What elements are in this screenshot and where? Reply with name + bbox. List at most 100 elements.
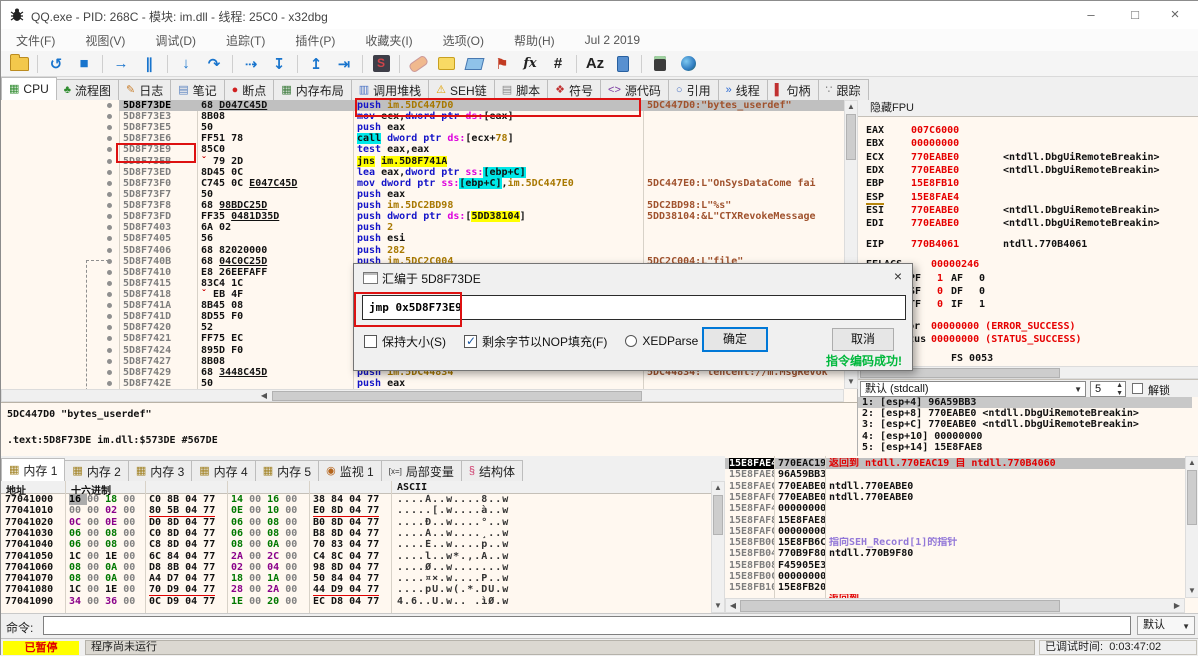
- keep-size-checkbox[interactable]: [364, 334, 377, 348]
- menu-item-6[interactable]: 收藏夹(I): [350, 32, 427, 49]
- maximize-button[interactable]: □: [1115, 1, 1155, 29]
- register-row-ecx[interactable]: ECX 770EABE0 <ntdll.DbgUiRemoteBreakin>: [866, 152, 1160, 163]
- tab-源代码[interactable]: <> 源代码: [600, 79, 669, 100]
- register-row-ebx[interactable]: EBX 00000000: [866, 138, 959, 149]
- open-file-icon[interactable]: [8, 53, 30, 74]
- stack-row[interactable]: 15E8FAE4 770EAC19 返回到 ntdll.770EAC19 自 ntd…: [725, 458, 1185, 470]
- stack-panel[interactable]: 15E8FAE4 770EAC19 返回到 ntdll.770EAC19 自 ntd…: [725, 456, 1198, 613]
- stack-row[interactable]: 15E8FAF4 00000000: [725, 503, 1185, 514]
- tab-日志[interactable]: ✎ 日志: [117, 79, 172, 100]
- stack-row[interactable]: 15E8FB0C 00000000: [725, 571, 1185, 582]
- step-into-icon[interactable]: ↓: [175, 54, 197, 74]
- stack-row[interactable]: 15E8FB00 15E8FB6C 指向SEH_Record[1]的指针: [725, 537, 1185, 548]
- tab-跟踪[interactable]: ∵ 跟踪: [817, 79, 869, 100]
- tab-SEH链[interactable]: ⚠ SEH链: [428, 79, 495, 100]
- run-to-user-code-icon[interactable]: ⇢: [240, 54, 262, 74]
- hex-row[interactable]: 77041040 06 00 08 00 C8 8D 04 77 08 00 0A 0…: [1, 539, 711, 551]
- dump-tab-局部变量[interactable]: [x=] 局部变量: [380, 460, 462, 481]
- scroll-thumb[interactable]: [740, 600, 1060, 612]
- register-row-edx[interactable]: EDX 770EABE0 <ntdll.DbgUiRemoteBreakin>: [866, 165, 1160, 176]
- menu-item-7[interactable]: 选项(O): [428, 32, 499, 49]
- scroll-thumb[interactable]: [1187, 470, 1197, 525]
- hex-dump-vscrollbar[interactable]: ▲ ▼: [711, 481, 725, 613]
- hex-row[interactable]: 77041000 16 00 18 00 C0 8B 04 77 14 00 16 0…: [1, 494, 711, 506]
- tab-线程[interactable]: » 线程: [717, 79, 768, 100]
- stack-row[interactable]: 返回到: [725, 594, 1185, 598]
- scroll-up-arrow[interactable]: ▲: [1186, 457, 1198, 469]
- scroll-up-arrow[interactable]: ▲: [712, 482, 724, 494]
- dump-tab-内存 2[interactable]: ▦ 内存 2: [64, 460, 129, 481]
- register-row-edi[interactable]: EDI 770EABE0 <ntdll.DbgUiRemoteBreakin>: [866, 218, 1160, 229]
- stack-vscrollbar[interactable]: ▲ ▼: [1185, 456, 1198, 598]
- hex-row[interactable]: 77041010 00 00 02 00 80 5B 04 77 0E 00 10 0…: [1, 505, 711, 517]
- command-profile-select[interactable]: 默认 ▼: [1137, 616, 1195, 635]
- ok-button[interactable]: 确定: [702, 327, 768, 352]
- unlock-checkbox[interactable]: [1132, 383, 1143, 394]
- comment-icon[interactable]: [435, 54, 457, 74]
- step-over-icon[interactable]: ↷: [203, 54, 225, 74]
- hex-row[interactable]: 77041070 08 00 0A 00 A4 D7 04 77 18 00 1A 0…: [1, 573, 711, 585]
- scroll-right-arrow[interactable]: ▶: [1171, 600, 1183, 612]
- scroll-thumb[interactable]: [846, 114, 856, 160]
- argument-row[interactable]: 3: [esp+C] 770EABE0 <ntdll.DbgUiRemoteBr…: [858, 419, 1192, 430]
- argument-row[interactable]: 2: [esp+8] 770EABE0 <ntdll.DbgUiRemoteBr…: [858, 408, 1192, 419]
- close-button[interactable]: ×: [1155, 1, 1195, 29]
- globe-icon[interactable]: [677, 54, 699, 74]
- tab-引用[interactable]: ○ 引用: [667, 79, 719, 100]
- disasm-row[interactable]: 5D8F742E 50 push eax: [1, 378, 844, 389]
- register-row-ebp[interactable]: EBP 15E8FB10: [866, 178, 959, 189]
- run-to-user-icon[interactable]: ⇥: [333, 54, 355, 74]
- tab-笔记[interactable]: ▤ 笔记: [170, 79, 225, 100]
- tab-调用堆栈[interactable]: ▥ 调用堆栈: [350, 79, 430, 100]
- menu-item-3[interactable]: 调试(D): [140, 32, 211, 49]
- hex-row[interactable]: 77041060 08 00 0A 00 D8 8B 04 77 02 00 04 0…: [1, 561, 711, 574]
- dump-tab-结构体[interactable]: § 结构体: [460, 460, 524, 481]
- dump-tab-内存 3[interactable]: ▦ 内存 3: [127, 460, 193, 481]
- tab-CPU[interactable]: ▦ CPU: [1, 77, 57, 100]
- disasm-row[interactable]: 5D8F73F7 50 push eax: [1, 189, 844, 200]
- stack-row[interactable]: 15E8FAE8 96A59BB3: [725, 469, 1185, 480]
- xedparse-radio[interactable]: [625, 335, 638, 347]
- disasm-row[interactable]: 5D8F7403 6A 02 push 2: [1, 222, 844, 233]
- register-row-esi[interactable]: ESI 770EABE0 <ntdll.DbgUiRemoteBreakin>: [866, 205, 1160, 216]
- scroll-down-arrow[interactable]: ▼: [712, 600, 724, 612]
- command-input[interactable]: [43, 616, 1131, 635]
- scroll-up-arrow[interactable]: ▲: [845, 101, 857, 113]
- arguments-list[interactable]: 1: [esp+4] 96A59BB3 2: [esp+8] 770EABE0 <…: [858, 397, 1198, 456]
- dump-tab-内存 1[interactable]: ▦ 内存 1: [1, 458, 66, 481]
- stack-row[interactable]: 15E8FB10 15E8FB20: [725, 582, 1185, 593]
- stack-row[interactable]: 15E8FAF8 15E8FAE8: [725, 515, 1185, 526]
- dialog-close-icon[interactable]: ×: [894, 268, 902, 284]
- tab-符号[interactable]: ❖ 符号: [547, 79, 602, 100]
- calling-convention-select[interactable]: 默认 (stdcall) ▼: [860, 381, 1086, 397]
- stack-row[interactable]: 15E8FAEC 770EABE0 ntdll.770EABE0: [725, 481, 1185, 492]
- tab-句柄[interactable]: ▌ 句柄: [766, 79, 819, 100]
- argument-row[interactable]: 1: [esp+4] 96A59BB3: [858, 397, 1192, 409]
- az-icon[interactable]: Az: [584, 54, 606, 74]
- hex-row[interactable]: 77041080 1C 00 1E 00 70 D9 04 77 28 00 2A 0…: [1, 584, 711, 596]
- argument-row[interactable]: 4: [esp+10] 00000000: [858, 431, 1192, 442]
- tab-流程图[interactable]: ♣ 流程图: [55, 79, 119, 100]
- scroll-left-arrow[interactable]: ◀: [258, 390, 270, 402]
- stack-row[interactable]: 15E8FB04 770B9F80 ntdll.770B9F80: [725, 548, 1185, 559]
- disasm-row[interactable]: 5D8F7406 68 82020000 push 282: [1, 245, 844, 256]
- disassembly-hscrollbar[interactable]: ◀: [1, 389, 844, 402]
- stack-row[interactable]: 15E8FAF0 770EABE0 ntdll.770EABE0: [725, 492, 1185, 503]
- dump-tab-内存 4[interactable]: ▦ 内存 4: [191, 460, 256, 481]
- tab-断点[interactable]: ● 断点: [223, 79, 275, 100]
- dump-tab-监视 1[interactable]: ◉ 监视 1: [318, 460, 382, 481]
- restart-icon[interactable]: ↺: [45, 54, 67, 74]
- hex-dump-panel[interactable]: 地址 十六进制 ASCII 77041000 16 00 18 00 C0 8B 0…: [1, 481, 725, 613]
- menu-item-2[interactable]: 视图(V): [70, 32, 140, 49]
- hex-row[interactable]: 77041050 1C 00 1E 00 6C 84 04 77 2A 00 2C 0…: [1, 550, 711, 562]
- stop-icon[interactable]: ■: [73, 54, 95, 74]
- stack-hscrollbar[interactable]: ◀ ▶: [725, 598, 1185, 613]
- menu-item-9[interactable]: Jul 2 2019: [570, 33, 655, 47]
- dump-tab-内存 5[interactable]: ▦ 内存 5: [254, 460, 320, 481]
- register-row-eax[interactable]: EAX 007C6000: [866, 125, 959, 136]
- register-row-esp[interactable]: ESP 15E8FAE4: [866, 192, 959, 205]
- argument-row[interactable]: 5: [esp+14] 15E8FAE8: [858, 442, 1192, 453]
- scroll-down-arrow[interactable]: ▼: [1186, 585, 1198, 597]
- hex-row[interactable]: 77041090 34 00 36 00 0C D9 04 77 1E 00 20 0…: [1, 595, 711, 607]
- settings-s-icon[interactable]: S: [370, 54, 392, 74]
